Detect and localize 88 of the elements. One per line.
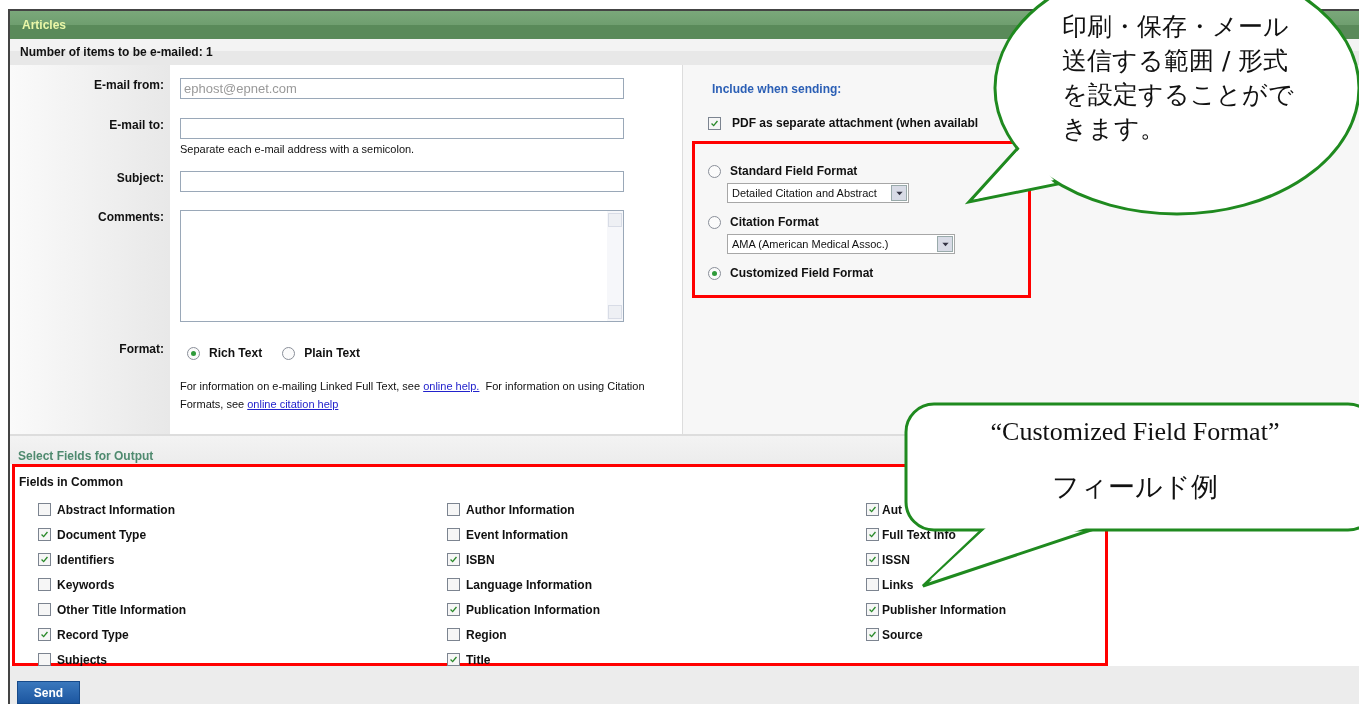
- checkbox-label: Other Title Information: [57, 602, 187, 617]
- checkbox[interactable]: [38, 653, 51, 666]
- check-icon: [39, 554, 50, 565]
- radio-label: Rich Text: [209, 346, 263, 360]
- checkbox[interactable]: [866, 628, 879, 641]
- check-icon: [867, 504, 878, 515]
- help-link[interactable]: online citation help: [247, 398, 339, 410]
- checkbox-label: Publication Information: [466, 602, 600, 617]
- radio-button[interactable]: [187, 346, 200, 360]
- checkbox[interactable]: [447, 603, 460, 616]
- checkbox-label: Author Information: [466, 502, 575, 517]
- checkbox-label: Event Information: [466, 527, 568, 542]
- help-link[interactable]: online help.: [423, 380, 480, 392]
- check-icon: [867, 629, 878, 640]
- check-icon: [448, 654, 459, 665]
- radio-button[interactable]: [282, 346, 296, 360]
- field-label: Comments:: [97, 210, 165, 226]
- checkbox-label: Title: [466, 652, 491, 667]
- checkbox[interactable]: [447, 553, 460, 566]
- check-icon: [867, 604, 878, 615]
- checkbox[interactable]: [447, 653, 460, 666]
- checkbox[interactable]: [38, 603, 51, 616]
- comments-field[interactable]: [180, 210, 624, 322]
- callout-text: 印刷・保存・メール 送信する範囲 / 形式 を設定することがで きます。: [1062, 11, 1294, 145]
- checkbox-label: PDF as separate attachment (when availabl: [732, 116, 979, 130]
- radio-label: Standard Field Format: [730, 164, 858, 178]
- checkbox[interactable]: [866, 578, 879, 591]
- check-icon: [867, 554, 878, 565]
- checkbox-label: Subjects: [57, 652, 107, 667]
- checkbox-label: Record Type: [57, 627, 129, 642]
- checkbox[interactable]: [38, 578, 51, 591]
- caret-icon: [891, 185, 907, 201]
- scrollbar[interactable]: [607, 211, 623, 321]
- checkbox-label: Abstract Information: [57, 502, 175, 517]
- checkbox-label: Links: [882, 577, 914, 592]
- checkbox[interactable]: [38, 528, 51, 541]
- items-count: Number of items to be e-mailed: 1: [20, 45, 213, 59]
- checkbox-label: ISSN: [882, 552, 910, 567]
- field-label: E-mail from:: [93, 78, 165, 94]
- checkbox[interactable]: [447, 503, 460, 516]
- checkbox[interactable]: [447, 578, 460, 591]
- check-icon: [448, 604, 459, 615]
- radio-button[interactable]: [708, 266, 721, 280]
- help-text: For information on e-mailing Linked Full Text, see online help. For information on using Citation Formats, see online citation help: [180, 379, 646, 412]
- send-button[interactable]: Send: [17, 681, 80, 704]
- section-heading: Select Fields for Output: [18, 449, 154, 463]
- group-heading: Fields in Common: [19, 475, 123, 489]
- dropdown[interactable]: Detailed Citation and Abstract: [727, 183, 909, 203]
- field-label: E-mail to:: [108, 118, 165, 134]
- text-field[interactable]: [180, 118, 624, 139]
- checkbox-label: Document Type: [57, 527, 147, 542]
- check-icon: [448, 554, 459, 565]
- radio-button[interactable]: [708, 164, 721, 178]
- checkbox[interactable]: [866, 528, 879, 541]
- hint-text: Separate each e-mail address with a semicolon.: [180, 143, 416, 155]
- radio-label: Citation Format: [730, 215, 819, 229]
- check-icon: [39, 629, 50, 640]
- checkbox[interactable]: [447, 528, 460, 541]
- section-heading: Include when sending:: [712, 82, 842, 96]
- text-field[interactable]: [180, 171, 624, 192]
- checkbox-label: Language Information: [466, 577, 592, 592]
- radio-button[interactable]: [708, 215, 721, 229]
- caret-icon: [937, 236, 953, 252]
- radio-label: Customized Field Format: [730, 266, 874, 280]
- checkbox-label: Region: [466, 627, 507, 642]
- field-label: Format:: [118, 341, 165, 358]
- checkbox-label: Source: [882, 627, 923, 642]
- checkbox[interactable]: [866, 553, 879, 566]
- checkbox[interactable]: [38, 628, 51, 641]
- radio-label: Plain Text: [304, 346, 360, 360]
- checkbox-label: Identifiers: [57, 552, 115, 567]
- check-icon: [867, 529, 878, 540]
- checkbox-label: Publisher Information: [882, 602, 1006, 617]
- dropdown[interactable]: AMA (American Medical Assoc.): [727, 234, 955, 254]
- checkbox-label: Aut: [882, 502, 902, 517]
- checkbox-label: ISBN: [466, 552, 495, 567]
- checkbox[interactable]: [866, 603, 879, 616]
- checkbox[interactable]: [866, 503, 879, 516]
- checkbox[interactable]: [38, 503, 51, 516]
- checkbox[interactable]: [447, 628, 460, 641]
- field-label: Subject:: [115, 171, 165, 187]
- callout-text: フィールド例: [1051, 470, 1219, 504]
- callout-title: “Customized Field Format”: [989, 416, 1281, 448]
- checkbox[interactable]: [708, 116, 721, 130]
- checkbox[interactable]: [38, 553, 51, 566]
- panel-title: Articles: [22, 18, 67, 32]
- check-icon: [39, 529, 50, 540]
- checkbox-label: Keywords: [57, 577, 115, 592]
